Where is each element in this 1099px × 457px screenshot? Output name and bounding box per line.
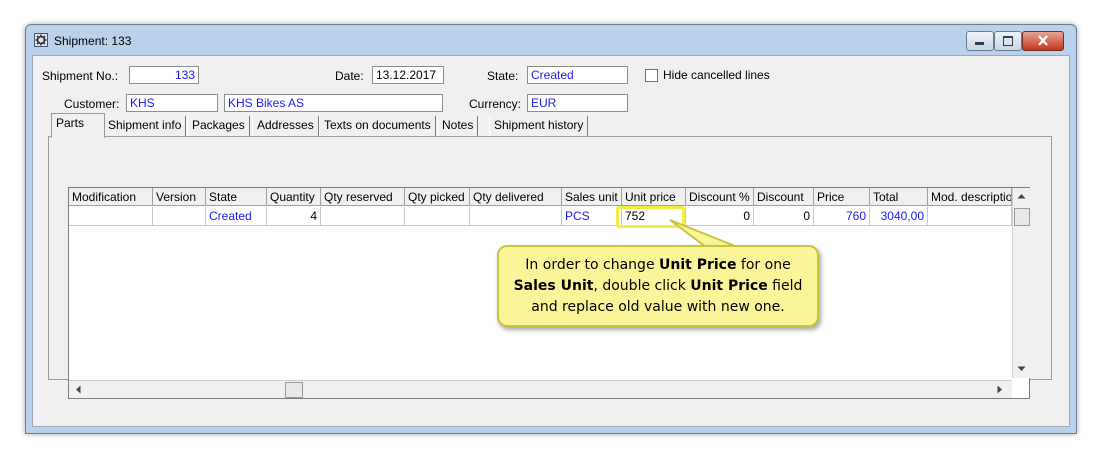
cell-mod-description[interactable] <box>928 207 1012 226</box>
close-icon <box>1038 35 1048 46</box>
scroll-right-icon[interactable] <box>997 385 1003 394</box>
date-label: Date: <box>335 69 364 83</box>
maximize-button[interactable] <box>994 31 1022 51</box>
col-quantity[interactable]: Quantity <box>267 188 321 206</box>
cell-quantity[interactable]: 4 <box>267 207 321 226</box>
cell-sales-unit[interactable]: PCS <box>562 207 622 226</box>
horizontal-scrollbar[interactable] <box>69 380 1012 398</box>
title-bar[interactable]: Shipment: 133 <box>26 25 1076 55</box>
tab-addresses[interactable]: Addresses <box>252 116 319 136</box>
scroll-left-icon[interactable] <box>75 385 81 394</box>
scroll-down-icon[interactable] <box>1017 366 1026 372</box>
date-field[interactable]: 13.12.2017 <box>372 66 444 84</box>
col-qty-delivered[interactable]: Qty delivered <box>470 188 562 206</box>
shipment-no-field[interactable]: 133 <box>129 66 199 84</box>
col-sales-unit[interactable]: Sales unit <box>562 188 622 206</box>
tab-notes[interactable]: Notes <box>437 116 479 136</box>
hide-cancelled-checkbox[interactable] <box>645 69 658 82</box>
cell-qty-picked[interactable] <box>405 207 470 226</box>
customer-code-field[interactable]: KHS <box>126 94 218 112</box>
vertical-scrollbar[interactable] <box>1012 188 1030 378</box>
col-discount-pct[interactable]: Discount % <box>686 188 754 206</box>
callout-line-2: Sales Unit, double click Unit Price fiel… <box>513 278 803 294</box>
tab-packages[interactable]: Packages <box>187 116 250 136</box>
cell-state[interactable]: Created <box>206 207 267 226</box>
cell-total[interactable]: 3040,00 <box>870 207 928 226</box>
col-qty-reserved[interactable]: Qty reserved <box>321 188 405 206</box>
minimize-button[interactable] <box>966 31 994 51</box>
col-price[interactable]: Price <box>814 188 870 206</box>
close-button[interactable] <box>1022 31 1064 51</box>
horizontal-scroll-thumb[interactable] <box>285 382 303 398</box>
cell-price[interactable]: 760 <box>814 207 870 226</box>
window-title: Shipment: 133 <box>54 34 132 48</box>
scroll-up-icon[interactable] <box>1017 193 1026 199</box>
col-version[interactable]: Version <box>153 188 206 206</box>
col-unit-price[interactable]: Unit price <box>622 188 686 206</box>
cell-qty-delivered[interactable] <box>470 207 562 226</box>
cell-modification[interactable] <box>69 207 153 226</box>
col-state[interactable]: State <box>206 188 267 206</box>
tab-shipment-history[interactable]: Shipment history <box>489 116 589 136</box>
col-discount[interactable]: Discount <box>754 188 814 206</box>
minimize-icon <box>975 42 984 45</box>
gear-icon <box>34 33 48 47</box>
hide-cancelled-label: Hide cancelled lines <box>663 68 770 82</box>
col-qty-picked[interactable]: Qty picked <box>405 188 470 206</box>
col-total[interactable]: Total <box>870 188 928 206</box>
vertical-scroll-thumb[interactable] <box>1014 208 1030 226</box>
currency-label: Currency: <box>469 97 522 111</box>
maximize-icon <box>1003 36 1013 46</box>
col-modification[interactable]: Modification <box>69 188 153 206</box>
currency-field[interactable]: EUR <box>527 94 628 112</box>
cell-version[interactable] <box>153 207 206 226</box>
shipment-no-label: Shipment No.: <box>42 69 119 83</box>
state-field[interactable]: Created <box>527 66 628 84</box>
customer-label: Customer: <box>64 97 120 111</box>
customer-name-field[interactable]: KHS Bikes AS <box>224 94 443 112</box>
col-mod-description[interactable]: Mod. descriptio <box>928 188 1012 206</box>
callout-line-1: In order to change Unit Price for one <box>525 257 791 273</box>
tab-texts-on-documents[interactable]: Texts on documents <box>319 116 436 136</box>
callout-line-3: and replace old value with new one. <box>531 299 785 315</box>
tab-parts[interactable]: Parts <box>51 113 105 138</box>
state-label: State: <box>487 69 519 83</box>
instruction-callout: In order to change Unit Price for one Sa… <box>497 245 819 327</box>
tab-shipment-info[interactable]: Shipment info <box>103 116 187 136</box>
cell-discount[interactable]: 0 <box>754 207 814 226</box>
cell-qty-reserved[interactable] <box>321 207 405 226</box>
